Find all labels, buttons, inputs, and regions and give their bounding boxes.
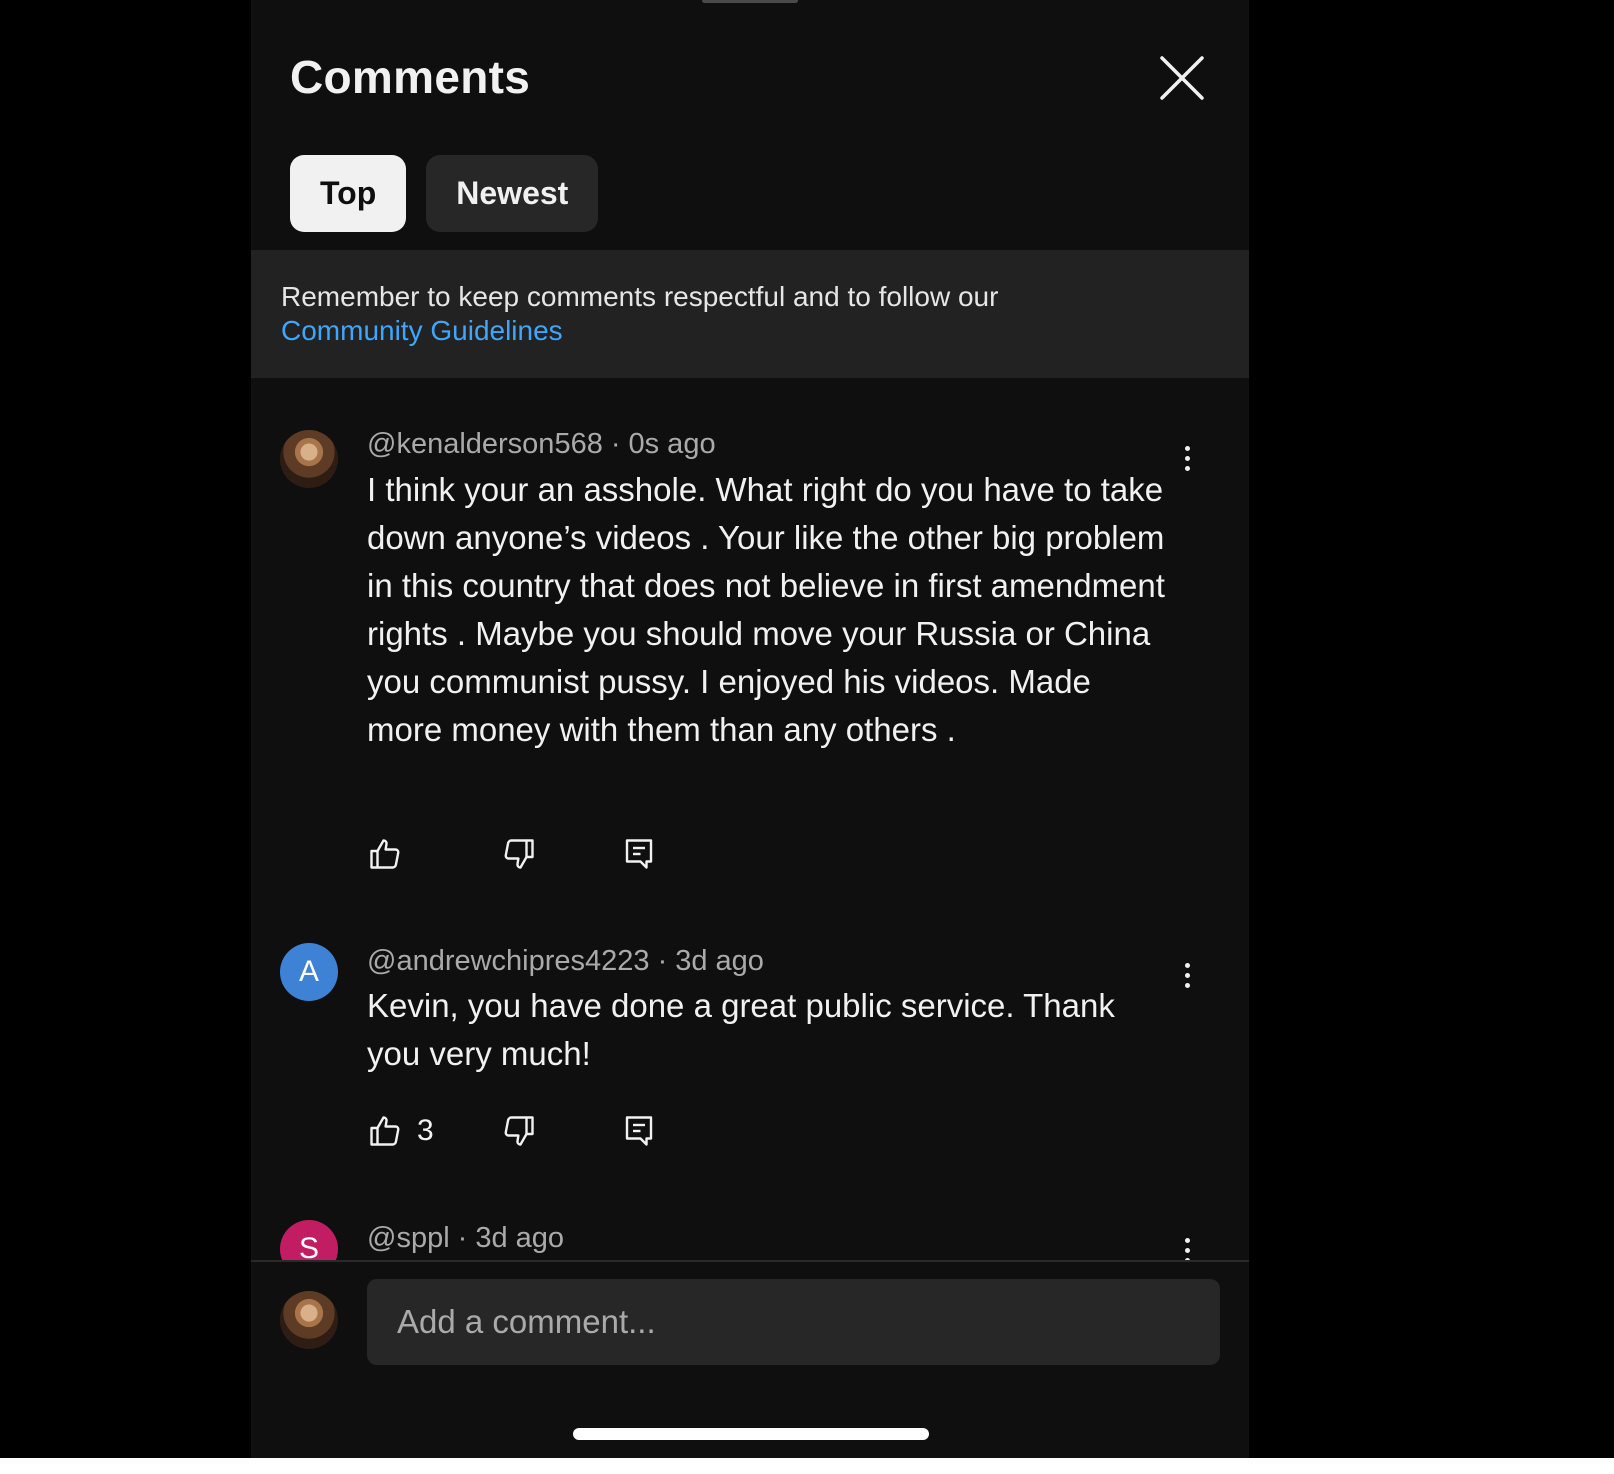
- compose-divider: [251, 1260, 1249, 1262]
- kebab-menu-icon: [1184, 1237, 1190, 1243]
- bottom-border: [0, 1458, 1614, 1474]
- avatar[interactable]: S: [280, 1220, 338, 1260]
- comment-time: 3d ago: [475, 1222, 565, 1254]
- comment-meta: @sppl · 3d ago: [367, 1222, 564, 1255]
- screen: Comments Top Newest Remember to keep com…: [0, 0, 1614, 1474]
- separator-dot: ·: [457, 1222, 468, 1254]
- comment-item: S @sppl · 3d ago: [251, 0, 1249, 1260]
- current-user-avatar: [280, 1291, 338, 1349]
- comments-panel: Comments Top Newest Remember to keep com…: [251, 0, 1249, 1458]
- comment-author[interactable]: @sppl: [367, 1222, 450, 1254]
- add-comment-input[interactable]: [367, 1279, 1220, 1365]
- home-indicator[interactable]: [573, 1428, 929, 1440]
- comment-menu-button[interactable]: [1167, 1230, 1207, 1260]
